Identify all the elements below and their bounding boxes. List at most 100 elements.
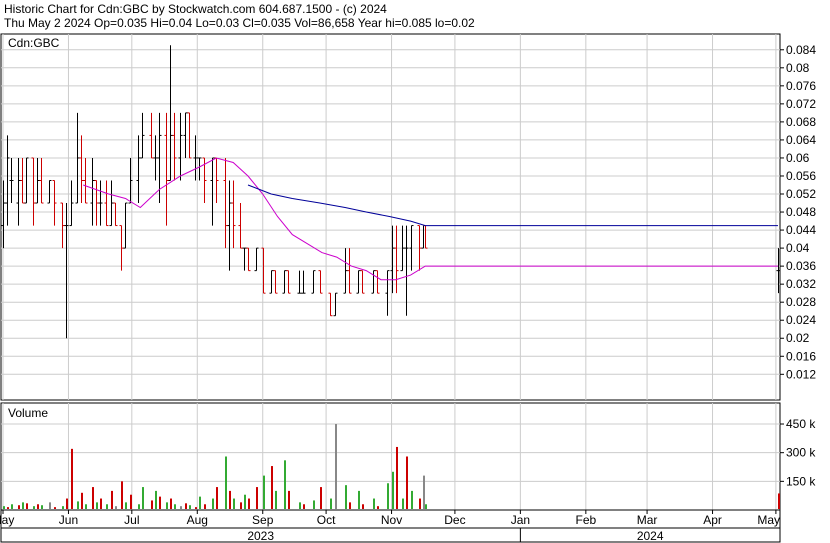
volume-bar <box>96 502 98 509</box>
volume-bar <box>299 502 301 509</box>
price-bar <box>24 157 29 204</box>
price-bar <box>318 270 323 294</box>
volume-bar <box>195 507 197 509</box>
x-month-label: May <box>757 513 780 527</box>
price-bar <box>183 112 188 158</box>
price-tick-label: 0.084 <box>786 43 816 57</box>
volume-bar <box>419 498 421 509</box>
volume-bar <box>303 504 305 509</box>
stock-chart: Historic Chart for Cdn:GBC by Stockwatch… <box>0 0 830 543</box>
volume-bar <box>142 487 144 509</box>
price-bar <box>109 180 114 227</box>
volume-bar <box>22 502 24 509</box>
volume-bar <box>185 503 187 509</box>
price-bar <box>20 157 25 204</box>
x-month-label: Dec <box>444 513 465 527</box>
price-tick-label: 0.064 <box>786 133 816 147</box>
price-bar <box>168 45 173 181</box>
price-tick-label: 0.048 <box>786 205 816 219</box>
price-panel-title: Cdn:GBC <box>8 36 60 50</box>
volume-bar <box>313 500 315 509</box>
volume-tick-label: 150 k <box>786 474 816 488</box>
volume-bar <box>151 500 153 509</box>
price-bar <box>94 179 99 226</box>
volume-bar <box>3 506 5 509</box>
price-bar <box>311 270 316 294</box>
price-bar <box>269 270 274 294</box>
volume-panel-border <box>0 402 781 511</box>
price-bar <box>261 247 266 294</box>
volume-panel-title: Volume <box>8 406 48 420</box>
volume-bar <box>199 496 201 509</box>
price-bar <box>172 112 177 181</box>
volume-bar <box>77 501 79 509</box>
x-month-label: Mar <box>637 513 658 527</box>
price-bar <box>254 247 259 272</box>
volume-bar <box>402 498 404 509</box>
volume-bar <box>345 485 347 509</box>
price-bar <box>16 157 21 226</box>
long-moving-average-line <box>247 184 778 227</box>
price-bar <box>9 157 14 204</box>
x-year-label: 2023 <box>247 529 274 543</box>
volume-bar <box>248 498 250 509</box>
volume-bar <box>130 494 132 509</box>
volume-bar <box>212 498 214 509</box>
volume-bar <box>138 504 140 509</box>
volume-bar <box>71 448 73 509</box>
price-bar <box>52 179 57 226</box>
price-bar <box>356 270 361 294</box>
volume-bar <box>240 502 242 509</box>
volume-bar <box>54 507 56 509</box>
volume-bar <box>204 504 206 509</box>
x-month-label: Feb <box>575 513 596 527</box>
price-bar <box>301 270 306 294</box>
volume-bar <box>189 505 191 509</box>
x-axis-years: 2023 2024 <box>247 528 664 543</box>
price-bar <box>31 157 36 226</box>
price-bar <box>153 135 158 181</box>
volume-bar <box>216 487 218 509</box>
volume-bar <box>100 498 102 509</box>
volume-bar <box>263 475 265 509</box>
price-bar <box>223 157 228 249</box>
volume-bar <box>330 498 332 509</box>
volume-bar <box>256 487 258 509</box>
price-bar <box>178 112 183 181</box>
volume-bar <box>159 496 161 509</box>
volume-bar <box>85 504 87 509</box>
price-bar <box>360 270 365 294</box>
volume-bar <box>275 490 277 509</box>
volume-bar <box>425 504 427 509</box>
volume-bar <box>229 490 231 509</box>
price-bar <box>343 248 348 294</box>
volume-bar <box>349 502 351 509</box>
price-bar <box>421 225 426 249</box>
price-bar <box>79 135 84 204</box>
volume-y-ticks: 450 k 300 k 150 k <box>780 417 816 488</box>
price-bar <box>394 225 399 294</box>
price-tick-label: 0.016 <box>786 349 816 363</box>
price-tick-label: 0.044 <box>786 223 816 237</box>
volume-bar <box>392 471 394 509</box>
chart-svg: Historic Chart for Cdn:GBC by Stockwatch… <box>0 2 816 543</box>
volume-bar <box>11 504 13 509</box>
price-tick-label: 0.072 <box>786 97 816 111</box>
volume-panel: Volume 450 k 300 k 150 k <box>0 402 816 511</box>
price-bar <box>164 112 169 226</box>
price-bar <box>113 202 118 227</box>
price-bar <box>104 180 109 227</box>
price-bar <box>238 203 243 249</box>
price-bar <box>140 112 145 159</box>
volume-bar <box>155 490 157 509</box>
price-bar <box>347 248 352 294</box>
price-bar <box>385 270 390 316</box>
volume-bar <box>125 502 127 509</box>
price-bar <box>246 247 251 272</box>
price-tick-label: 0.056 <box>786 169 816 183</box>
volume-bar <box>244 494 246 509</box>
price-bar <box>149 112 154 159</box>
volume-bar <box>37 504 39 509</box>
volume-bar <box>26 503 28 509</box>
volume-bar <box>121 481 123 509</box>
